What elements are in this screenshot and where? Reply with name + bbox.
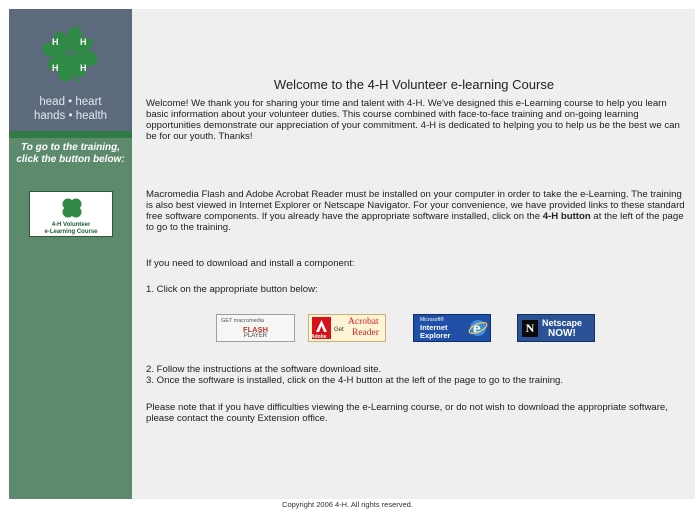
welcome-paragraph: Welcome! We thank you for sharing your t… [146, 98, 680, 142]
adobe-label: Adobe [311, 334, 327, 340]
svg-text:H: H [80, 63, 87, 73]
divider [9, 131, 132, 138]
course-button-label: 4-H Volunteer e-Learning Course [30, 222, 112, 236]
get-flash-player-button[interactable]: GET macromedia FLASH PLAYER [216, 314, 295, 342]
svg-text:H: H [80, 37, 87, 47]
copyright-footer: Copyright 2006 4-H. All rights reserved. [282, 500, 413, 509]
step-3: 3. Once the software is installed, click… [146, 375, 564, 386]
4h-logo-panel: H H H H head • heart hands • health [9, 9, 132, 131]
course-button-line: 4-H Volunteer [51, 222, 91, 228]
internet-explorer-icon: e [468, 320, 488, 336]
reader-label: Reader [352, 328, 379, 338]
flash-label: PLAYER [243, 333, 268, 339]
course-button-line: e-Learning Course [44, 229, 98, 235]
step-1: 1. Click on the appropriate button below… [146, 284, 318, 295]
motto-line: hands • health [33, 110, 108, 122]
main-content: Welcome to the 4-H Volunteer e-learning … [132, 9, 695, 499]
requirements-paragraph: Macromedia Flash and Adobe Acrobat Reade… [146, 189, 690, 233]
four-leaf-clover-icon [62, 198, 82, 218]
acrobat-label: Acrobat [348, 317, 379, 327]
get-label: Get [334, 327, 344, 333]
get-netscape-button[interactable]: N Netscape NOW! [517, 314, 595, 342]
training-instructions: To go to the training, click the button … [16, 142, 125, 165]
netscape-label: Netscape [542, 318, 583, 328]
netscape-icon: N [522, 320, 538, 337]
motto-line: head • heart [39, 96, 102, 108]
sidebar: H H H H head • heart hands • health To go … [9, 9, 132, 499]
step-2: 2. Follow the instructions at the softwa… [146, 364, 382, 375]
get-acrobat-reader-button[interactable]: Adobe Get Acrobat Reader [308, 314, 386, 342]
get-internet-explorer-button[interactable]: Microsoft® Internet Explorer e [413, 314, 491, 342]
4h-button-emphasis: 4-H button [542, 211, 591, 222]
svg-text:H: H [52, 63, 59, 73]
svg-text:H: H [52, 37, 59, 47]
support-note: Please note that if you have difficultie… [146, 402, 668, 424]
netscape-now-label: NOW! [548, 328, 576, 339]
flash-label: GET macromedia [221, 318, 264, 324]
page-title: Welcome to the 4-H Volunteer e-learning … [273, 77, 555, 92]
download-intro: If you need to download and install a co… [146, 258, 355, 269]
ie-label: Explorer [420, 331, 451, 340]
4h-motto: head • heart hands • health [9, 95, 132, 123]
four-leaf-clover-icon: H H H H [42, 26, 98, 84]
4h-course-button[interactable]: 4-H Volunteer e-Learning Course [29, 191, 113, 237]
